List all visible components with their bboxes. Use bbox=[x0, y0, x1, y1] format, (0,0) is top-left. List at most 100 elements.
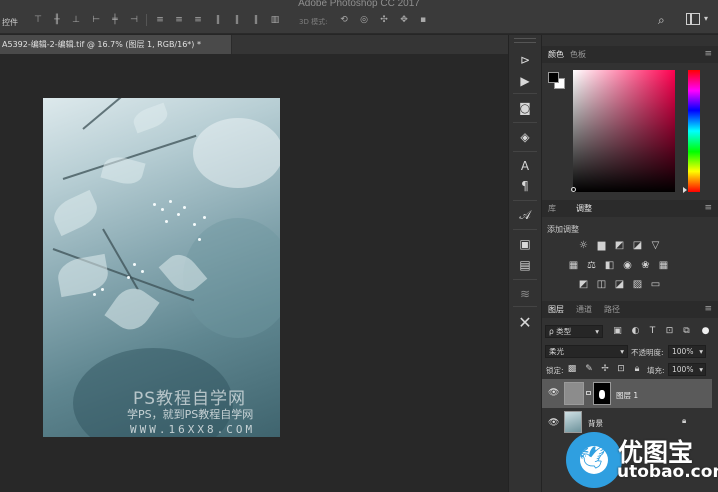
layer-thumbnail bbox=[564, 411, 582, 433]
tab-swatches[interactable]: 色板 bbox=[570, 49, 586, 60]
opacity-value: 100% bbox=[672, 347, 694, 356]
align-hcenter-icon[interactable]: ╪ bbox=[108, 14, 122, 26]
lock-position-icon[interactable]: ✢ bbox=[600, 364, 610, 374]
layer-filter-kind-select[interactable]: ρ 类型 ▾ bbox=[545, 325, 603, 338]
panel-menu-icon[interactable]: ≡ bbox=[704, 49, 712, 59]
align-vcenter-icon[interactable]: ╫ bbox=[50, 14, 64, 26]
orbit-3d-icon[interactable]: ⟲ bbox=[337, 14, 351, 26]
exposure-icon[interactable]: ◪ bbox=[631, 240, 644, 251]
notes-icon[interactable]: ▤ bbox=[515, 256, 535, 274]
pixel-filter-icon[interactable]: ▣ bbox=[612, 326, 623, 337]
play-icon[interactable]: ▶ bbox=[515, 72, 535, 90]
panel-grip[interactable] bbox=[514, 38, 536, 43]
layer-row[interactable]: 👁︎ 背景 🔒︎ bbox=[542, 409, 712, 435]
lock-image-icon[interactable]: ✎ bbox=[584, 364, 594, 374]
history-brush-icon[interactable]: ⊳ bbox=[515, 51, 535, 69]
invert-icon[interactable]: ◩ bbox=[577, 279, 590, 290]
character-icon[interactable]: A bbox=[515, 157, 535, 175]
selective-color-icon[interactable]: ▨ bbox=[631, 279, 644, 290]
slide-3d-icon[interactable]: ✥ bbox=[397, 14, 411, 26]
watermark-url: WWW.16XX8.COM bbox=[130, 423, 256, 436]
smart-object-filter-icon[interactable]: ⧉ bbox=[681, 326, 692, 337]
channel-mixer-icon[interactable]: ❀ bbox=[639, 260, 652, 271]
color-lookup-icon[interactable]: ▦ bbox=[657, 260, 670, 271]
chevron-down-icon[interactable]: ▾ bbox=[704, 14, 708, 23]
3d-object-icon[interactable]: ◈ bbox=[515, 128, 535, 146]
chevron-down-icon: ▾ bbox=[620, 347, 624, 356]
align-left-icon[interactable]: ⊢ bbox=[89, 14, 103, 26]
opacity-label: 不透明度: bbox=[631, 348, 664, 357]
libraries-icon[interactable]: ▣ bbox=[515, 235, 535, 253]
lock-transparent-icon[interactable]: ▩ bbox=[567, 364, 577, 374]
options-separator bbox=[146, 14, 147, 26]
tab-adjustments[interactable]: 调整 bbox=[576, 203, 592, 214]
brush-settings-icon[interactable]: ≋ bbox=[515, 285, 535, 303]
paragraph-icon[interactable]: ¶ bbox=[515, 177, 535, 195]
color-balance-icon[interactable]: ⚖ bbox=[585, 260, 598, 271]
options-bar: Adobe Photoshop CC 2017 控件 ⊤ ╫ ⊥ ⊢ ╪ ⊣ ≡… bbox=[0, 0, 718, 34]
blend-mode-select[interactable]: 柔光 ▾ bbox=[545, 345, 628, 358]
distribute-bottom-icon[interactable]: ≡ bbox=[191, 14, 205, 26]
histogram-icon[interactable]: ◙ bbox=[515, 99, 535, 117]
tab-libraries[interactable]: 库 bbox=[548, 203, 556, 214]
photo-filter-icon[interactable]: ◉ bbox=[621, 260, 634, 271]
visibility-eye-icon[interactable]: 👁︎ bbox=[548, 388, 559, 398]
foreground-color-swatch[interactable] bbox=[548, 72, 559, 83]
distribute-top-icon[interactable]: ≡ bbox=[153, 14, 167, 26]
threshold-icon[interactable]: ◪ bbox=[613, 279, 626, 290]
color-picker-field[interactable] bbox=[573, 70, 675, 192]
watermark-subtitle: 学PS，就到PS教程自学网 bbox=[127, 408, 254, 421]
workspace-icon[interactable] bbox=[686, 13, 700, 25]
type-filter-icon[interactable]: T bbox=[647, 326, 658, 337]
lock-all-icon[interactable]: 🔒︎ bbox=[632, 364, 642, 374]
layer-name: 图层 1 bbox=[616, 391, 639, 400]
curves-icon[interactable]: ◩ bbox=[613, 240, 626, 251]
mask-link-icon[interactable] bbox=[586, 391, 591, 395]
hue-saturation-icon[interactable]: ▦ bbox=[567, 260, 580, 271]
fill-input[interactable]: 100% ▾ bbox=[668, 363, 706, 376]
mode-3d-label: 3D 模式: bbox=[299, 18, 328, 26]
hue-slider[interactable] bbox=[688, 70, 700, 192]
align-top-icon[interactable]: ⊤ bbox=[31, 14, 45, 26]
vibrance-icon[interactable]: ▽ bbox=[649, 240, 662, 251]
black-white-icon[interactable]: ◧ bbox=[603, 260, 616, 271]
adjustment-filter-icon[interactable]: ◐ bbox=[630, 326, 641, 337]
tab-paths[interactable]: 路径 bbox=[604, 304, 620, 315]
visibility-eye-icon[interactable]: 👁︎ bbox=[548, 418, 559, 428]
tab-layers[interactable]: 图层 bbox=[548, 304, 564, 315]
opacity-input[interactable]: 100% ▾ bbox=[668, 345, 706, 358]
glyphs-icon[interactable]: 𝒜 bbox=[515, 206, 535, 224]
distribute-hcenter-icon[interactable]: ‖ bbox=[230, 14, 244, 26]
fill-value: 100% bbox=[672, 365, 694, 374]
auto-align-icon[interactable]: ▥ bbox=[268, 14, 282, 26]
search-icon[interactable]: ⌕ bbox=[658, 13, 665, 28]
scale-3d-icon[interactable]: ▪ bbox=[416, 14, 430, 26]
chevron-down-icon: ▾ bbox=[699, 347, 703, 356]
roll-3d-icon[interactable]: ◎ bbox=[357, 14, 371, 26]
tab-channels[interactable]: 通道 bbox=[576, 304, 592, 315]
align-right-icon[interactable]: ⊣ bbox=[127, 14, 141, 26]
panel-menu-icon[interactable]: ≡ bbox=[704, 304, 712, 314]
lock-artboard-icon[interactable]: ⊡ bbox=[616, 364, 626, 374]
align-bottom-icon[interactable]: ⊥ bbox=[69, 14, 83, 26]
layer-mask-thumbnail[interactable] bbox=[593, 382, 611, 405]
logo-url: utobao.com bbox=[617, 462, 718, 482]
gradient-map-icon[interactable]: ▭ bbox=[649, 279, 662, 290]
tab-color[interactable]: 颜色 bbox=[548, 49, 564, 60]
document-tab[interactable]: A5392-编辑-2-编辑.tif @ 16.7% (图层 1, RGB/16*… bbox=[0, 35, 232, 54]
brightness-contrast-icon[interactable]: ☼ bbox=[577, 240, 590, 251]
pan-3d-icon[interactable]: ✣ bbox=[377, 14, 391, 26]
toggle-filter-icon[interactable]: ● bbox=[700, 326, 711, 337]
shape-filter-icon[interactable]: ⊡ bbox=[664, 326, 675, 337]
layer-thumbnail bbox=[564, 382, 584, 405]
distribute-left-icon[interactable]: ‖ bbox=[211, 14, 225, 26]
tool-presets-icon[interactable]: ✕ bbox=[515, 314, 535, 332]
layer-row[interactable]: 👁︎ 图层 1 bbox=[542, 379, 712, 408]
levels-icon[interactable]: ▆ bbox=[595, 240, 608, 251]
distribute-vcenter-icon[interactable]: ≡ bbox=[172, 14, 186, 26]
color-picker-cursor[interactable] bbox=[571, 187, 576, 192]
hue-slider-marker[interactable] bbox=[683, 187, 687, 193]
posterize-icon[interactable]: ◫ bbox=[595, 279, 608, 290]
distribute-right-icon[interactable]: ‖ bbox=[249, 14, 263, 26]
panel-menu-icon[interactable]: ≡ bbox=[704, 203, 712, 213]
